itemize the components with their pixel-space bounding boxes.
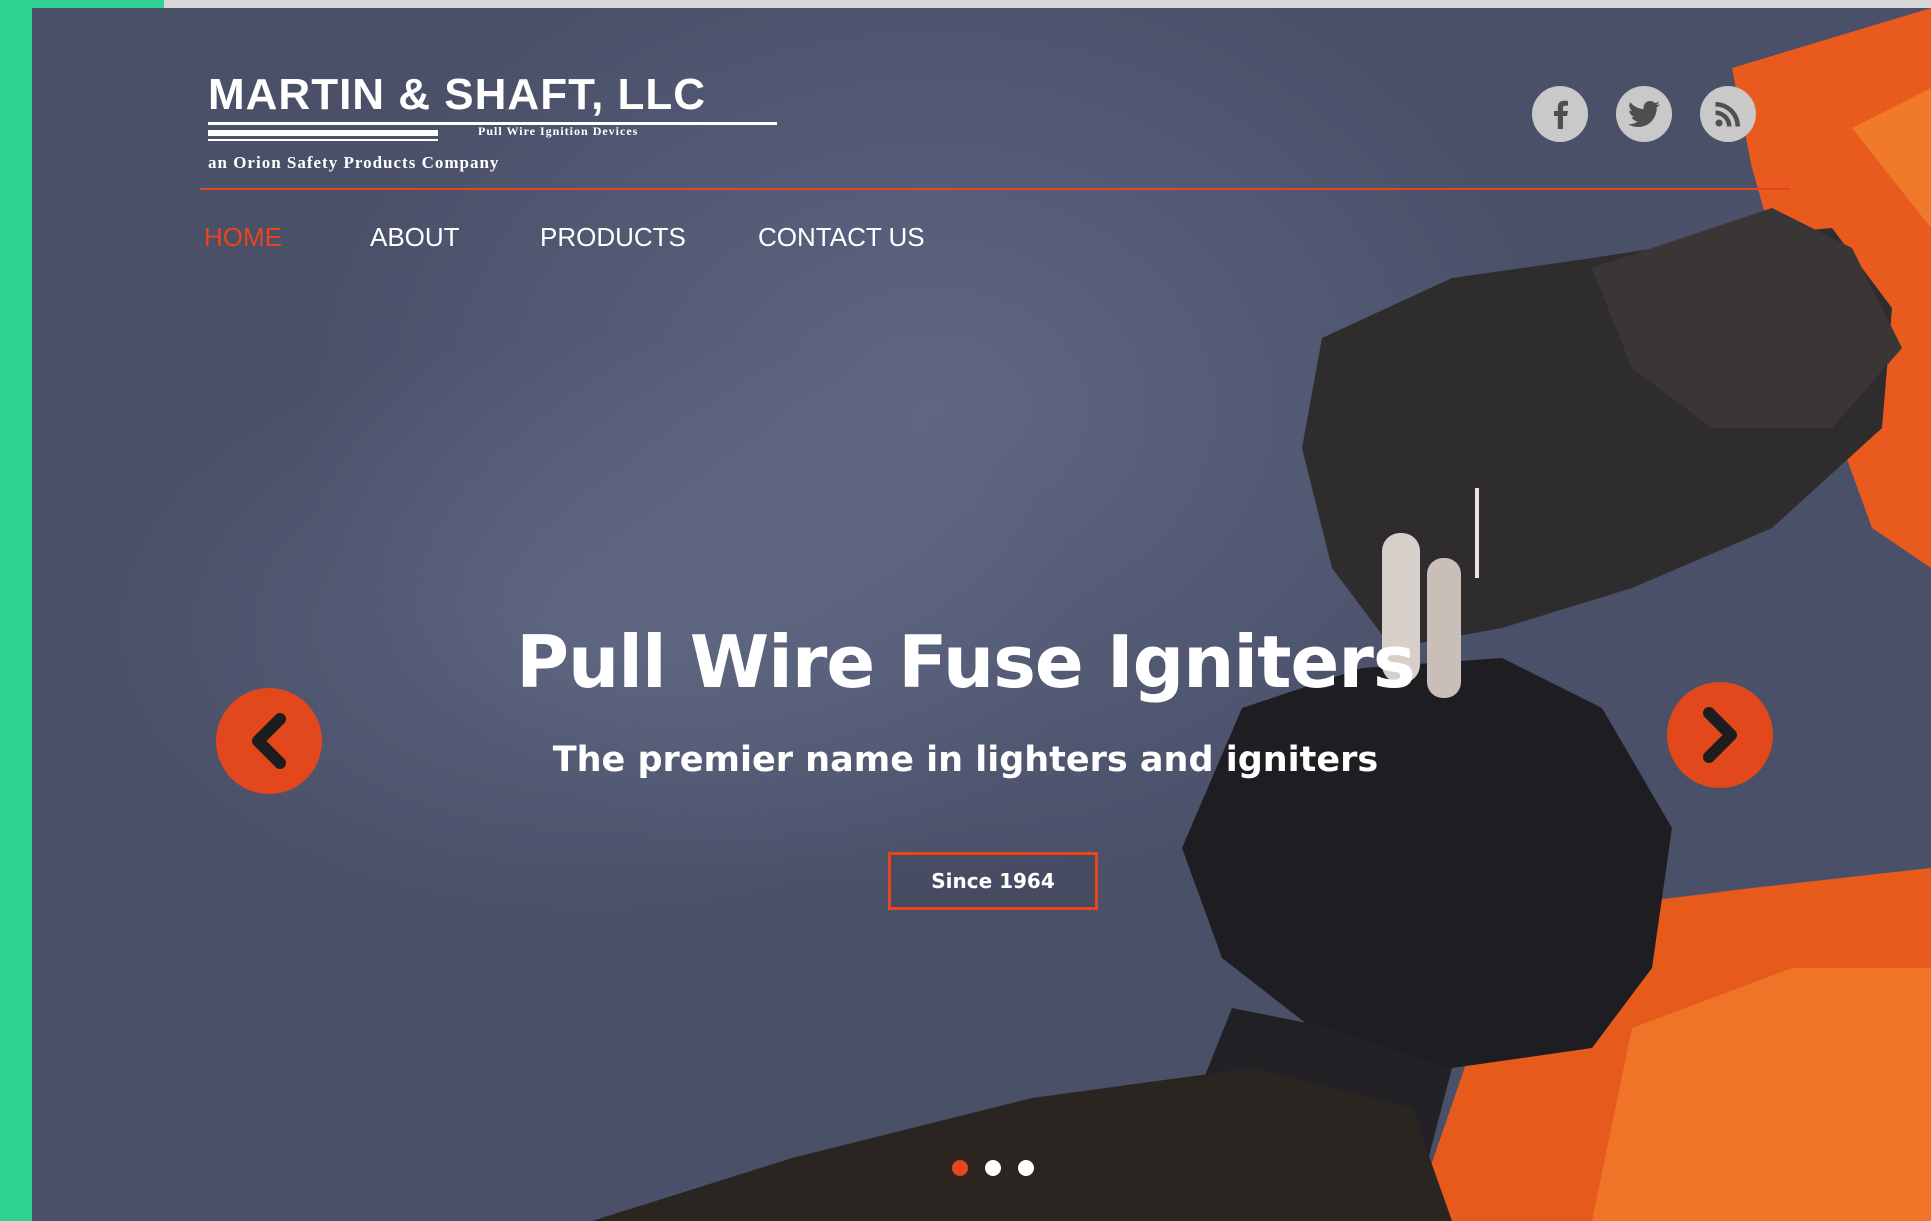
next-slide-button[interactable] [1667, 682, 1773, 788]
facebook-link[interactable] [1532, 86, 1588, 142]
top-strip-accent [32, 0, 164, 8]
twitter-icon [1628, 101, 1660, 127]
chevron-left-icon [252, 713, 286, 769]
rss-icon [1715, 102, 1740, 127]
header-divider [200, 188, 1790, 190]
facebook-icon [1554, 100, 1568, 129]
brand-subtitle: an Orion Safety Products Company [208, 153, 500, 172]
logo-rule [208, 130, 438, 136]
slide-dot-2[interactable] [985, 1160, 1001, 1176]
nav-item-about[interactable]: ABOUT [370, 222, 460, 253]
rss-link[interactable] [1700, 86, 1756, 142]
chevron-right-icon [1703, 707, 1737, 763]
browser-top-strip [32, 0, 1931, 8]
brand-tagline: Pull Wire Ignition Devices [478, 124, 639, 138]
brand-logo[interactable]: MARTIN & SHAFT, LLC Pull Wire Ignition D… [208, 70, 808, 180]
logo-rule [208, 139, 438, 141]
slide-dot-1[interactable] [952, 1160, 968, 1176]
nav-item-home[interactable]: HOME [204, 222, 282, 253]
hero-slider: MARTIN & SHAFT, LLC Pull Wire Ignition D… [32, 8, 1931, 1221]
nav-item-contact-us[interactable]: CONTACT US [758, 222, 925, 253]
twitter-link[interactable] [1616, 86, 1672, 142]
since-1964-button[interactable]: Since 1964 [888, 852, 1098, 910]
brand-title: MARTIN & SHAFT, LLC [208, 70, 707, 119]
previous-slide-button[interactable] [216, 688, 322, 794]
nav-item-products[interactable]: PRODUCTS [540, 222, 686, 253]
slide-dot-3[interactable] [1018, 1160, 1034, 1176]
